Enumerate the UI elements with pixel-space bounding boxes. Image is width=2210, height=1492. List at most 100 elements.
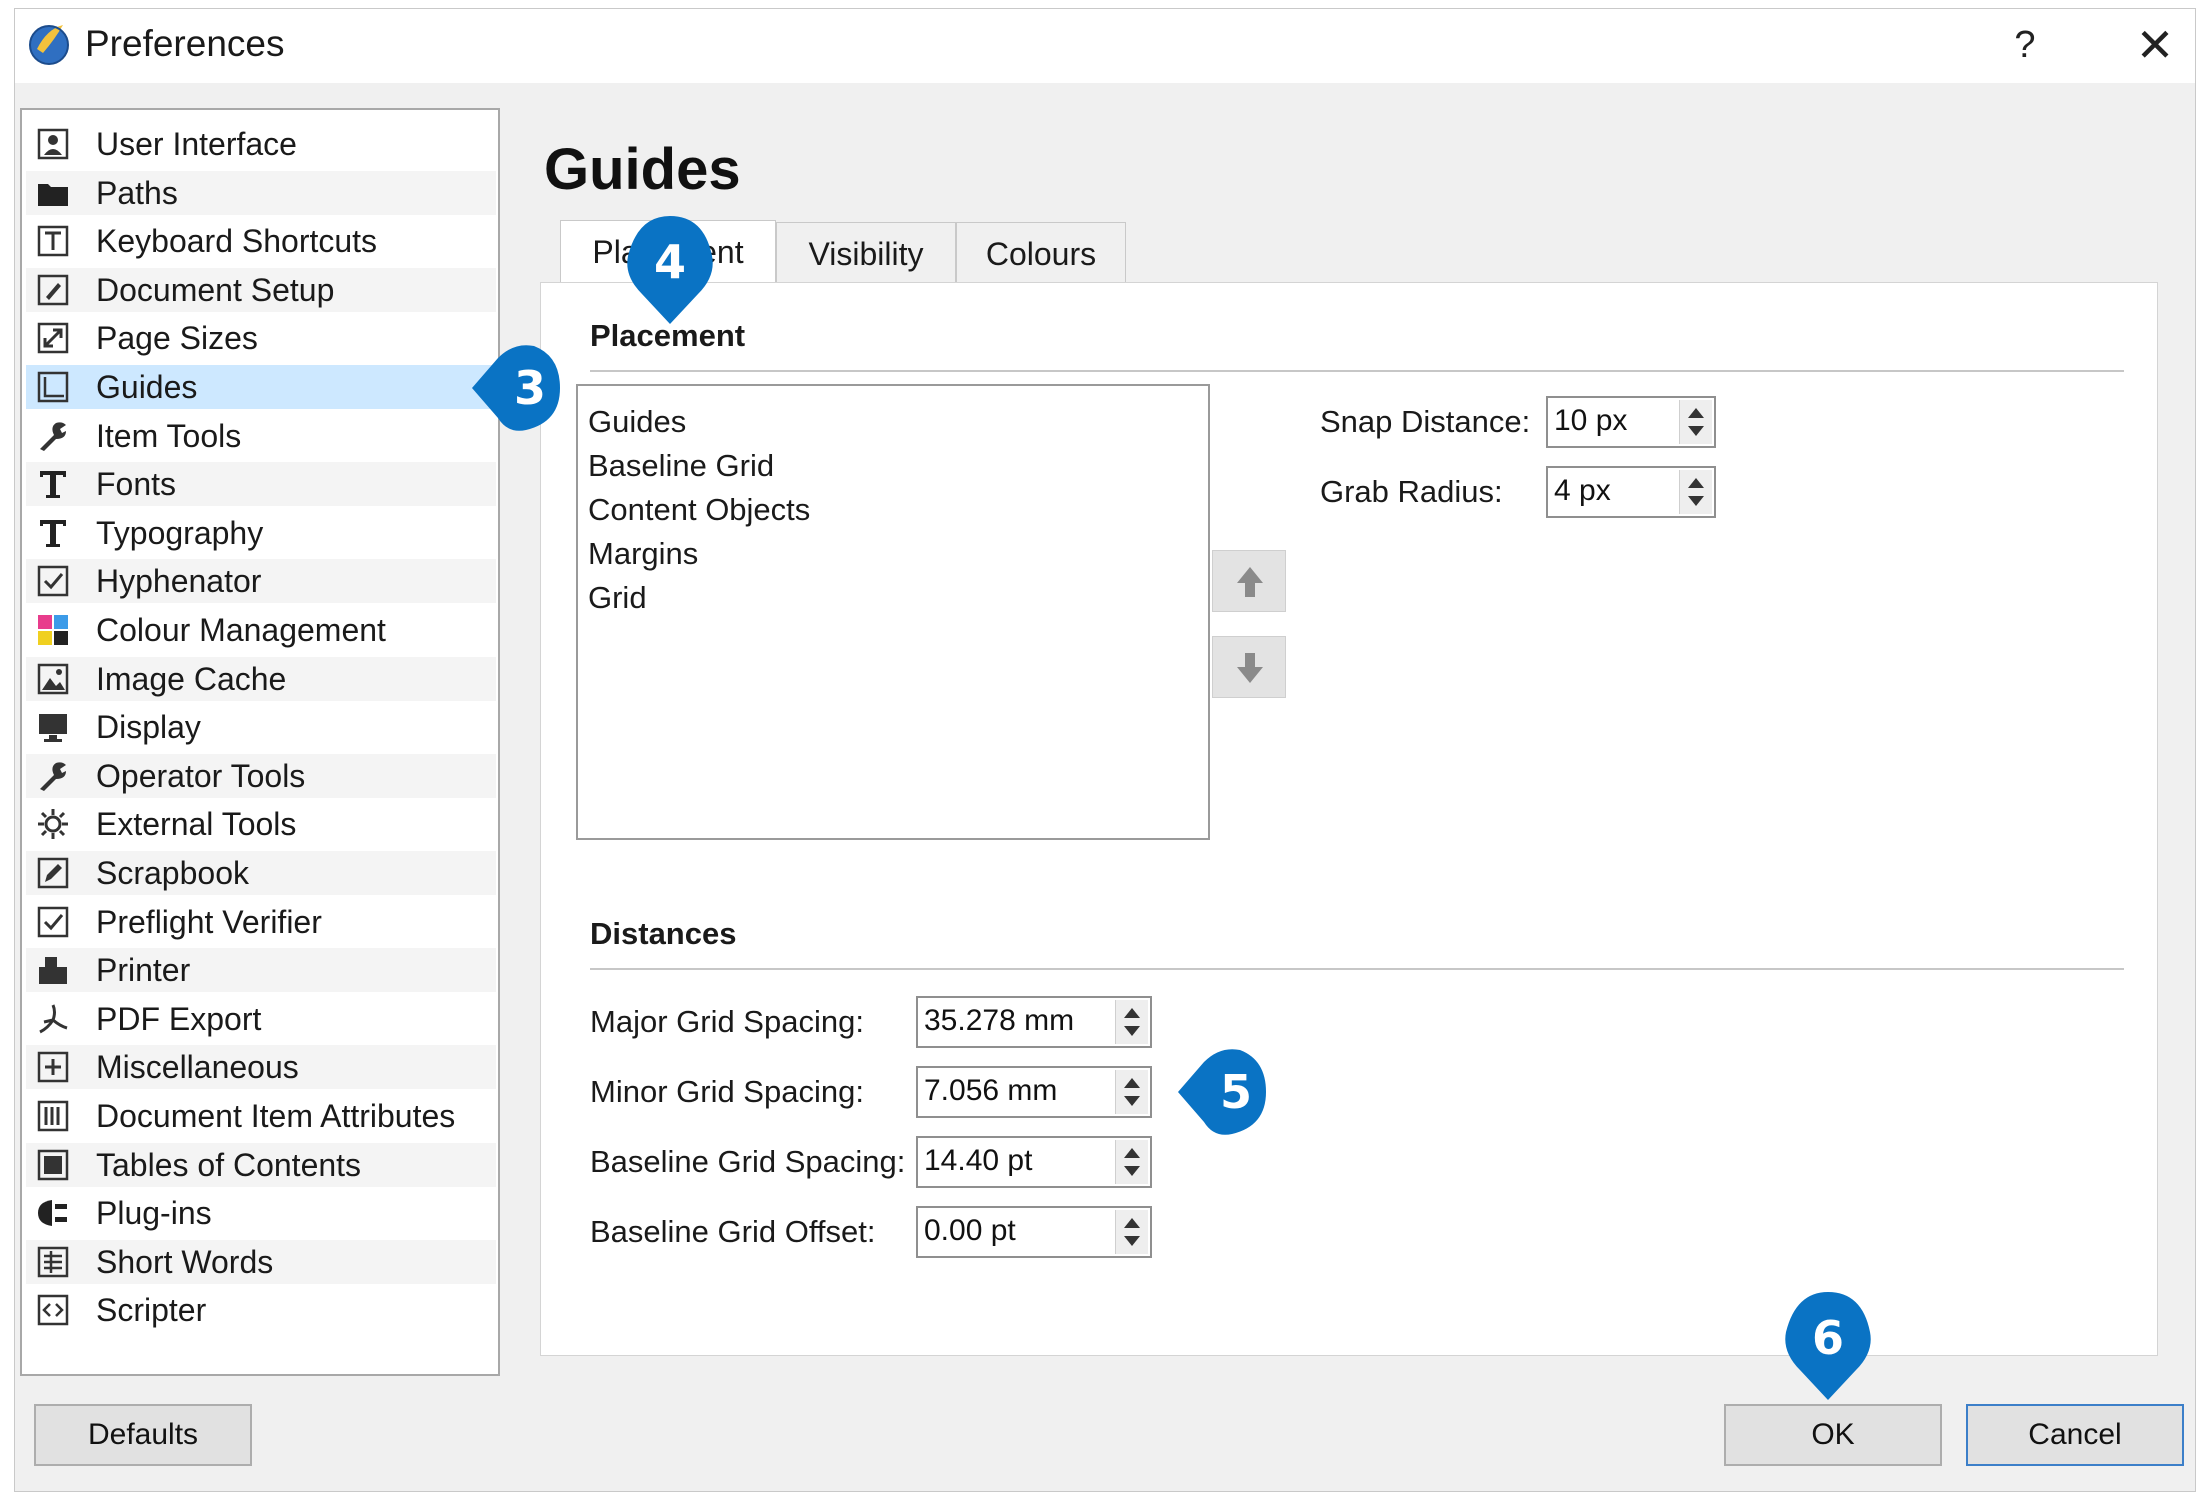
sidebar-item-label: Display bbox=[96, 709, 201, 746]
font-t-icon bbox=[40, 519, 66, 547]
sidebar-item-label: Hyphenator bbox=[96, 563, 262, 600]
list-item[interactable]: Guides bbox=[588, 404, 686, 440]
sidebar-item-image-cache[interactable]: Image Cache bbox=[26, 656, 496, 701]
sidebar-item-label: Tables of Contents bbox=[96, 1146, 362, 1183]
sidebar-item-label: Plug-ins bbox=[96, 1195, 212, 1232]
sidebar-item-label: Item Tools bbox=[96, 417, 242, 454]
sidebar-item-external-tools[interactable]: External Tools bbox=[26, 802, 496, 846]
minor-grid-input[interactable]: 7.056 mm bbox=[916, 1066, 1152, 1118]
short-words-icon bbox=[37, 1246, 69, 1278]
snap-distance-stepper[interactable] bbox=[1679, 400, 1712, 444]
list-item[interactable]: Baseline Grid bbox=[588, 448, 774, 484]
callout-marker-6: 6 bbox=[1782, 1292, 1874, 1400]
sidebar-item-document-setup[interactable]: Document Setup bbox=[26, 267, 496, 312]
guides-icon bbox=[37, 371, 69, 403]
ok-button[interactable]: OK bbox=[1724, 1404, 1942, 1466]
checkbox-icon bbox=[37, 566, 69, 597]
sidebar-item-label: Miscellaneous bbox=[96, 1049, 299, 1086]
list-item[interactable]: Margins bbox=[588, 536, 698, 572]
preferences-category-list[interactable]: User Interface Paths Keyboard Shortcuts Doc… bbox=[20, 108, 500, 1376]
sidebar-item-item-tools[interactable]: Item Tools bbox=[26, 414, 496, 458]
sidebar-item-label: Guides bbox=[96, 369, 198, 405]
grab-radius-input[interactable]: 4 px bbox=[1546, 466, 1716, 518]
sidebar-item-fonts[interactable]: Fonts bbox=[26, 462, 496, 507]
defaults-button[interactable]: Defaults bbox=[34, 1404, 252, 1466]
table-of-contents-icon bbox=[37, 1149, 69, 1180]
user-interface-icon bbox=[37, 128, 69, 160]
baseline-offset-input[interactable]: 0.00 pt bbox=[916, 1206, 1152, 1258]
sidebar-item-label: Printer bbox=[96, 952, 191, 989]
callout-number: 3 bbox=[513, 361, 546, 415]
snap-distance-input[interactable]: 10 px bbox=[1546, 396, 1716, 448]
baseline-spacing-value: 14.40 pt bbox=[924, 1144, 1033, 1177]
font-t-icon bbox=[40, 471, 66, 499]
grab-radius-stepper[interactable] bbox=[1679, 470, 1712, 514]
sidebar-item-paths[interactable]: Paths bbox=[26, 170, 496, 215]
sidebar-item-operator-tools[interactable]: Operator Tools bbox=[26, 753, 496, 798]
callout-number: 4 bbox=[653, 235, 686, 289]
sidebar-item-display[interactable]: Display bbox=[26, 705, 496, 749]
major-grid-label: Major Grid Spacing: bbox=[590, 1004, 864, 1039]
attributes-icon bbox=[37, 1100, 69, 1132]
guide-order-list[interactable]: Guides Baseline Grid Content Objects Mar… bbox=[576, 384, 1210, 840]
sidebar-item-colour-management[interactable]: Colour Management bbox=[26, 608, 496, 652]
baseline-offset-label: Baseline Grid Offset: bbox=[590, 1214, 876, 1249]
folder-icon bbox=[38, 183, 68, 206]
list-item[interactable]: Grid bbox=[588, 580, 647, 616]
sidebar-item-plug-ins[interactable]: Plug-ins bbox=[26, 1191, 496, 1235]
window-title: Preferences bbox=[85, 23, 285, 64]
monitor-icon bbox=[39, 714, 67, 743]
checkbox-icon bbox=[37, 906, 69, 937]
sidebar-item-tables-of-contents[interactable]: Tables of Contents bbox=[26, 1142, 496, 1187]
sidebar-item-scripter[interactable]: Scripter bbox=[26, 1288, 496, 1332]
sidebar-item-miscellaneous[interactable]: Miscellaneous bbox=[26, 1045, 496, 1090]
sidebar-item-label: Fonts bbox=[96, 466, 177, 503]
sidebar-item-scrapbook[interactable]: Scrapbook bbox=[26, 851, 496, 895]
scribus-app-icon bbox=[29, 25, 69, 65]
tab-colours[interactable]: Colours bbox=[956, 222, 1126, 284]
sidebar-item-label: Colour Management bbox=[96, 612, 386, 648]
snap-distance-label: Snap Distance: bbox=[1320, 404, 1531, 439]
grab-radius-value: 4 px bbox=[1554, 474, 1611, 507]
arrow-down-icon bbox=[1237, 653, 1263, 683]
major-grid-value: 35.278 mm bbox=[924, 1004, 1075, 1037]
callout-marker-5: 5 bbox=[1178, 1046, 1282, 1138]
major-grid-input[interactable]: 35.278 mm bbox=[916, 996, 1152, 1048]
sidebar-item-label: Page Sizes bbox=[96, 320, 258, 357]
page-sizes-icon bbox=[37, 323, 69, 354]
sidebar-item-printer[interactable]: Printer bbox=[26, 948, 496, 993]
pdf-icon bbox=[39, 1004, 68, 1034]
baseline-offset-stepper[interactable] bbox=[1115, 1210, 1148, 1254]
minor-grid-stepper[interactable] bbox=[1115, 1070, 1148, 1114]
sidebar-item-user-interface[interactable]: User Interface bbox=[26, 122, 496, 166]
sidebar-item-guides[interactable]: Guides bbox=[26, 365, 496, 409]
sidebar-item-hyphenator[interactable]: Hyphenator bbox=[26, 559, 496, 604]
wrench-icon bbox=[40, 421, 66, 451]
sidebar-item-label: Image Cache bbox=[96, 660, 287, 697]
sidebar-item-typography[interactable]: Typography bbox=[26, 511, 496, 555]
sidebar-item-pdf-export[interactable]: PDF Export bbox=[26, 997, 496, 1041]
distances-heading: Distances bbox=[590, 916, 737, 951]
move-down-button[interactable] bbox=[1212, 636, 1286, 698]
help-button[interactable]: ? bbox=[1995, 17, 2055, 73]
callout-marker-4: 4 bbox=[624, 216, 716, 324]
sidebar-item-keyboard-shortcuts[interactable]: Keyboard Shortcuts bbox=[26, 219, 496, 263]
sidebar-item-label: Short Words bbox=[96, 1243, 274, 1280]
sidebar-item-label: Document Item Attributes bbox=[96, 1098, 456, 1134]
baseline-spacing-stepper[interactable] bbox=[1115, 1140, 1148, 1184]
sidebar-item-document-item-attributes[interactable]: Document Item Attributes bbox=[26, 1094, 496, 1138]
page-title: Guides bbox=[544, 137, 741, 202]
major-grid-stepper[interactable] bbox=[1115, 1000, 1148, 1044]
minor-grid-label: Minor Grid Spacing: bbox=[590, 1074, 864, 1109]
tab-visibility[interactable]: Visibility bbox=[776, 222, 956, 284]
image-icon bbox=[37, 663, 69, 694]
edit-icon bbox=[37, 857, 69, 889]
move-up-button[interactable] bbox=[1212, 550, 1286, 612]
sidebar-item-short-words[interactable]: Short Words bbox=[26, 1239, 496, 1284]
list-item[interactable]: Content Objects bbox=[588, 492, 810, 528]
sidebar-item-preflight-verifier[interactable]: Preflight Verifier bbox=[26, 900, 496, 944]
baseline-spacing-input[interactable]: 14.40 pt bbox=[916, 1136, 1152, 1188]
close-button[interactable]: ✕ bbox=[2125, 17, 2185, 73]
sidebar-item-page-sizes[interactable]: Page Sizes bbox=[26, 316, 496, 360]
cancel-button[interactable]: Cancel bbox=[1966, 1404, 2184, 1466]
